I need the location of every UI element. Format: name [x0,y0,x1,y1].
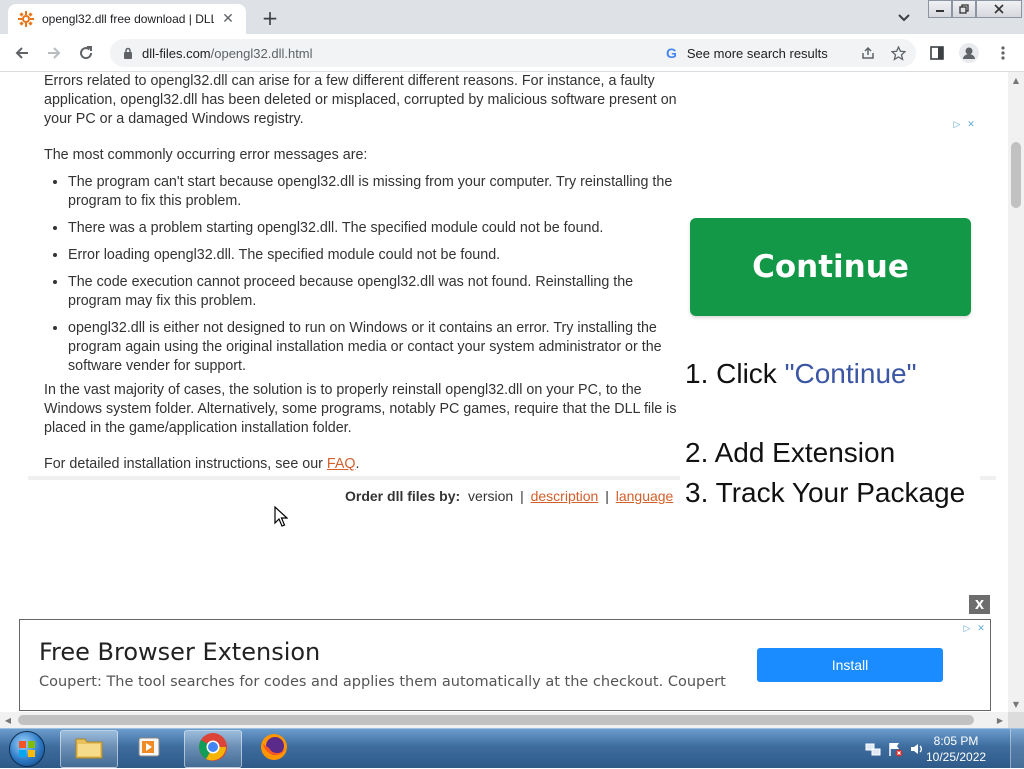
tab-close-icon[interactable]: ✕ [220,11,236,27]
firefox-icon [259,732,289,766]
horizontal-scroll-thumb[interactable] [18,715,974,725]
folder-icon [74,734,104,764]
share-icon[interactable] [858,43,878,63]
address-bar[interactable]: dll-files.com/opengl32.dll.html G See mo… [110,39,916,67]
system-tray [862,735,928,763]
horizontal-scrollbar[interactable]: ◀ ▶ [0,712,1008,728]
lock-icon[interactable] [114,47,142,59]
new-tab-button[interactable]: + [258,6,282,30]
banner-title: Free Browser Extension [39,638,321,666]
vertical-scrollbar[interactable]: ▲ ▼ [1008,72,1024,712]
adchoices-icon[interactable]: ▷ [960,622,974,636]
window-close-icon[interactable] [976,0,1022,18]
clock-date: 10/25/2022 [926,750,987,764]
bookmark-star-icon[interactable] [888,43,908,63]
google-g-icon: G [666,45,677,61]
network-icon[interactable] [862,738,884,760]
scroll-left-arrow-icon[interactable]: ◀ [0,712,16,728]
faq-link[interactable]: FAQ [327,456,356,472]
ad-step-1: 1. Click "Continue" [685,358,917,389]
side-ad[interactable]: ▷ ✕ Continue 1. Click "Continue" 2. Add … [680,118,980,508]
url-text: dll-files.com/opengl32.dll.html [142,45,313,61]
clock-time: 8:05 PM [933,734,979,748]
action-center-flag-icon[interactable] [884,738,906,760]
taskbar-chrome[interactable] [184,730,242,768]
errors-heading: The most commonly occurring error messag… [44,147,368,163]
windows-logo-icon [9,731,45,767]
install-button[interactable]: Install [757,648,943,682]
dll-files-favicon-icon [18,11,34,27]
solution-paragraph: In the vast majority of cases, the solut… [44,382,677,436]
article-body: Errors related to opengl32.dll can arise… [44,72,684,491]
tab-search-chevron-icon[interactable] [894,8,914,28]
taskbar-media-player[interactable] [121,730,179,768]
scrollbar-corner [1008,712,1024,728]
back-arrow-icon[interactable] [10,41,34,65]
intro-paragraph: Errors related to opengl32.dll can arise… [44,73,677,127]
banner-ad-choices-badge[interactable]: ▷ ✕ [960,622,988,636]
tab-title: opengl32.dll free download | DLL [42,12,214,26]
show-desktop-button[interactable] [1010,729,1024,769]
list-item: opengl32.dll is either not designed to r… [68,319,684,376]
bottom-ad-banner[interactable]: ▷ ✕ Free Browser Extension Coupert: The … [19,619,991,711]
ad-step-3: 3. Track Your Package [685,477,966,508]
list-item: The program can't start because opengl32… [68,173,684,211]
adchoices-icon[interactable]: ▷ [950,118,964,132]
media-player-icon [136,734,164,764]
ad-choices-badge[interactable]: ▷ ✕ [950,118,978,132]
browser-toolbar: dll-files.com/opengl32.dll.html G See mo… [0,34,1024,72]
kebab-menu-icon[interactable] [992,43,1014,63]
vertical-scroll-thumb[interactable] [1011,142,1021,208]
ad-step-2: 2. Add Extension [685,437,896,468]
side-panel-icon[interactable] [926,43,948,63]
windows-taskbar: 8:05 PM 10/25/2022 [0,728,1024,769]
volume-icon[interactable] [906,738,928,760]
reload-icon[interactable] [74,41,98,65]
order-by-bar: Order dll files by: version | descriptio… [345,488,674,504]
system-clock[interactable]: 8:05 PM 10/25/2022 [926,733,986,765]
banner-description: Coupert: The tool searches for codes and… [39,674,726,690]
profile-avatar-icon[interactable] [958,43,980,63]
order-by-description-link[interactable]: description [531,488,599,504]
taskbar-firefox[interactable] [245,730,303,768]
start-button[interactable] [4,730,50,768]
list-item: The code execution cannot proceed becaus… [68,273,684,311]
mouse-cursor-icon [274,505,289,532]
google-search-chip[interactable]: G See more search results [666,39,828,67]
list-item: There was a problem starting opengl32.dl… [68,219,684,238]
search-chip-label: See more search results [686,45,828,61]
error-list: The program can't start because opengl32… [68,173,684,376]
ad-close-icon[interactable]: ✕ [964,118,978,132]
order-by-label: Order dll files by: [345,488,461,504]
web-page: Errors related to opengl32.dll can arise… [0,72,1008,712]
tab-strip: opengl32.dll free download | DLL ✕ + [0,0,1024,34]
tab-opengl32[interactable]: opengl32.dll free download | DLL ✕ [8,4,246,34]
banner-close-button[interactable]: X [969,595,990,614]
order-by-language-link[interactable]: language [616,488,674,504]
ad-close-icon[interactable]: ✕ [974,622,988,636]
faq-paragraph: For detailed installation instructions, … [44,456,360,472]
scroll-right-arrow-icon[interactable]: ▶ [992,712,1008,728]
forward-arrow-icon[interactable] [42,41,66,65]
chrome-icon [198,732,228,766]
taskbar-explorer[interactable] [60,730,118,768]
minimize-icon[interactable] [928,0,952,18]
continue-button[interactable]: Continue [690,218,971,316]
scroll-up-arrow-icon[interactable]: ▲ [1008,72,1024,88]
list-item: Error loading opengl32.dll. The specifie… [68,246,684,265]
scroll-down-arrow-icon[interactable]: ▼ [1008,696,1024,712]
restore-icon[interactable] [952,0,976,18]
order-by-version: version [468,488,514,504]
